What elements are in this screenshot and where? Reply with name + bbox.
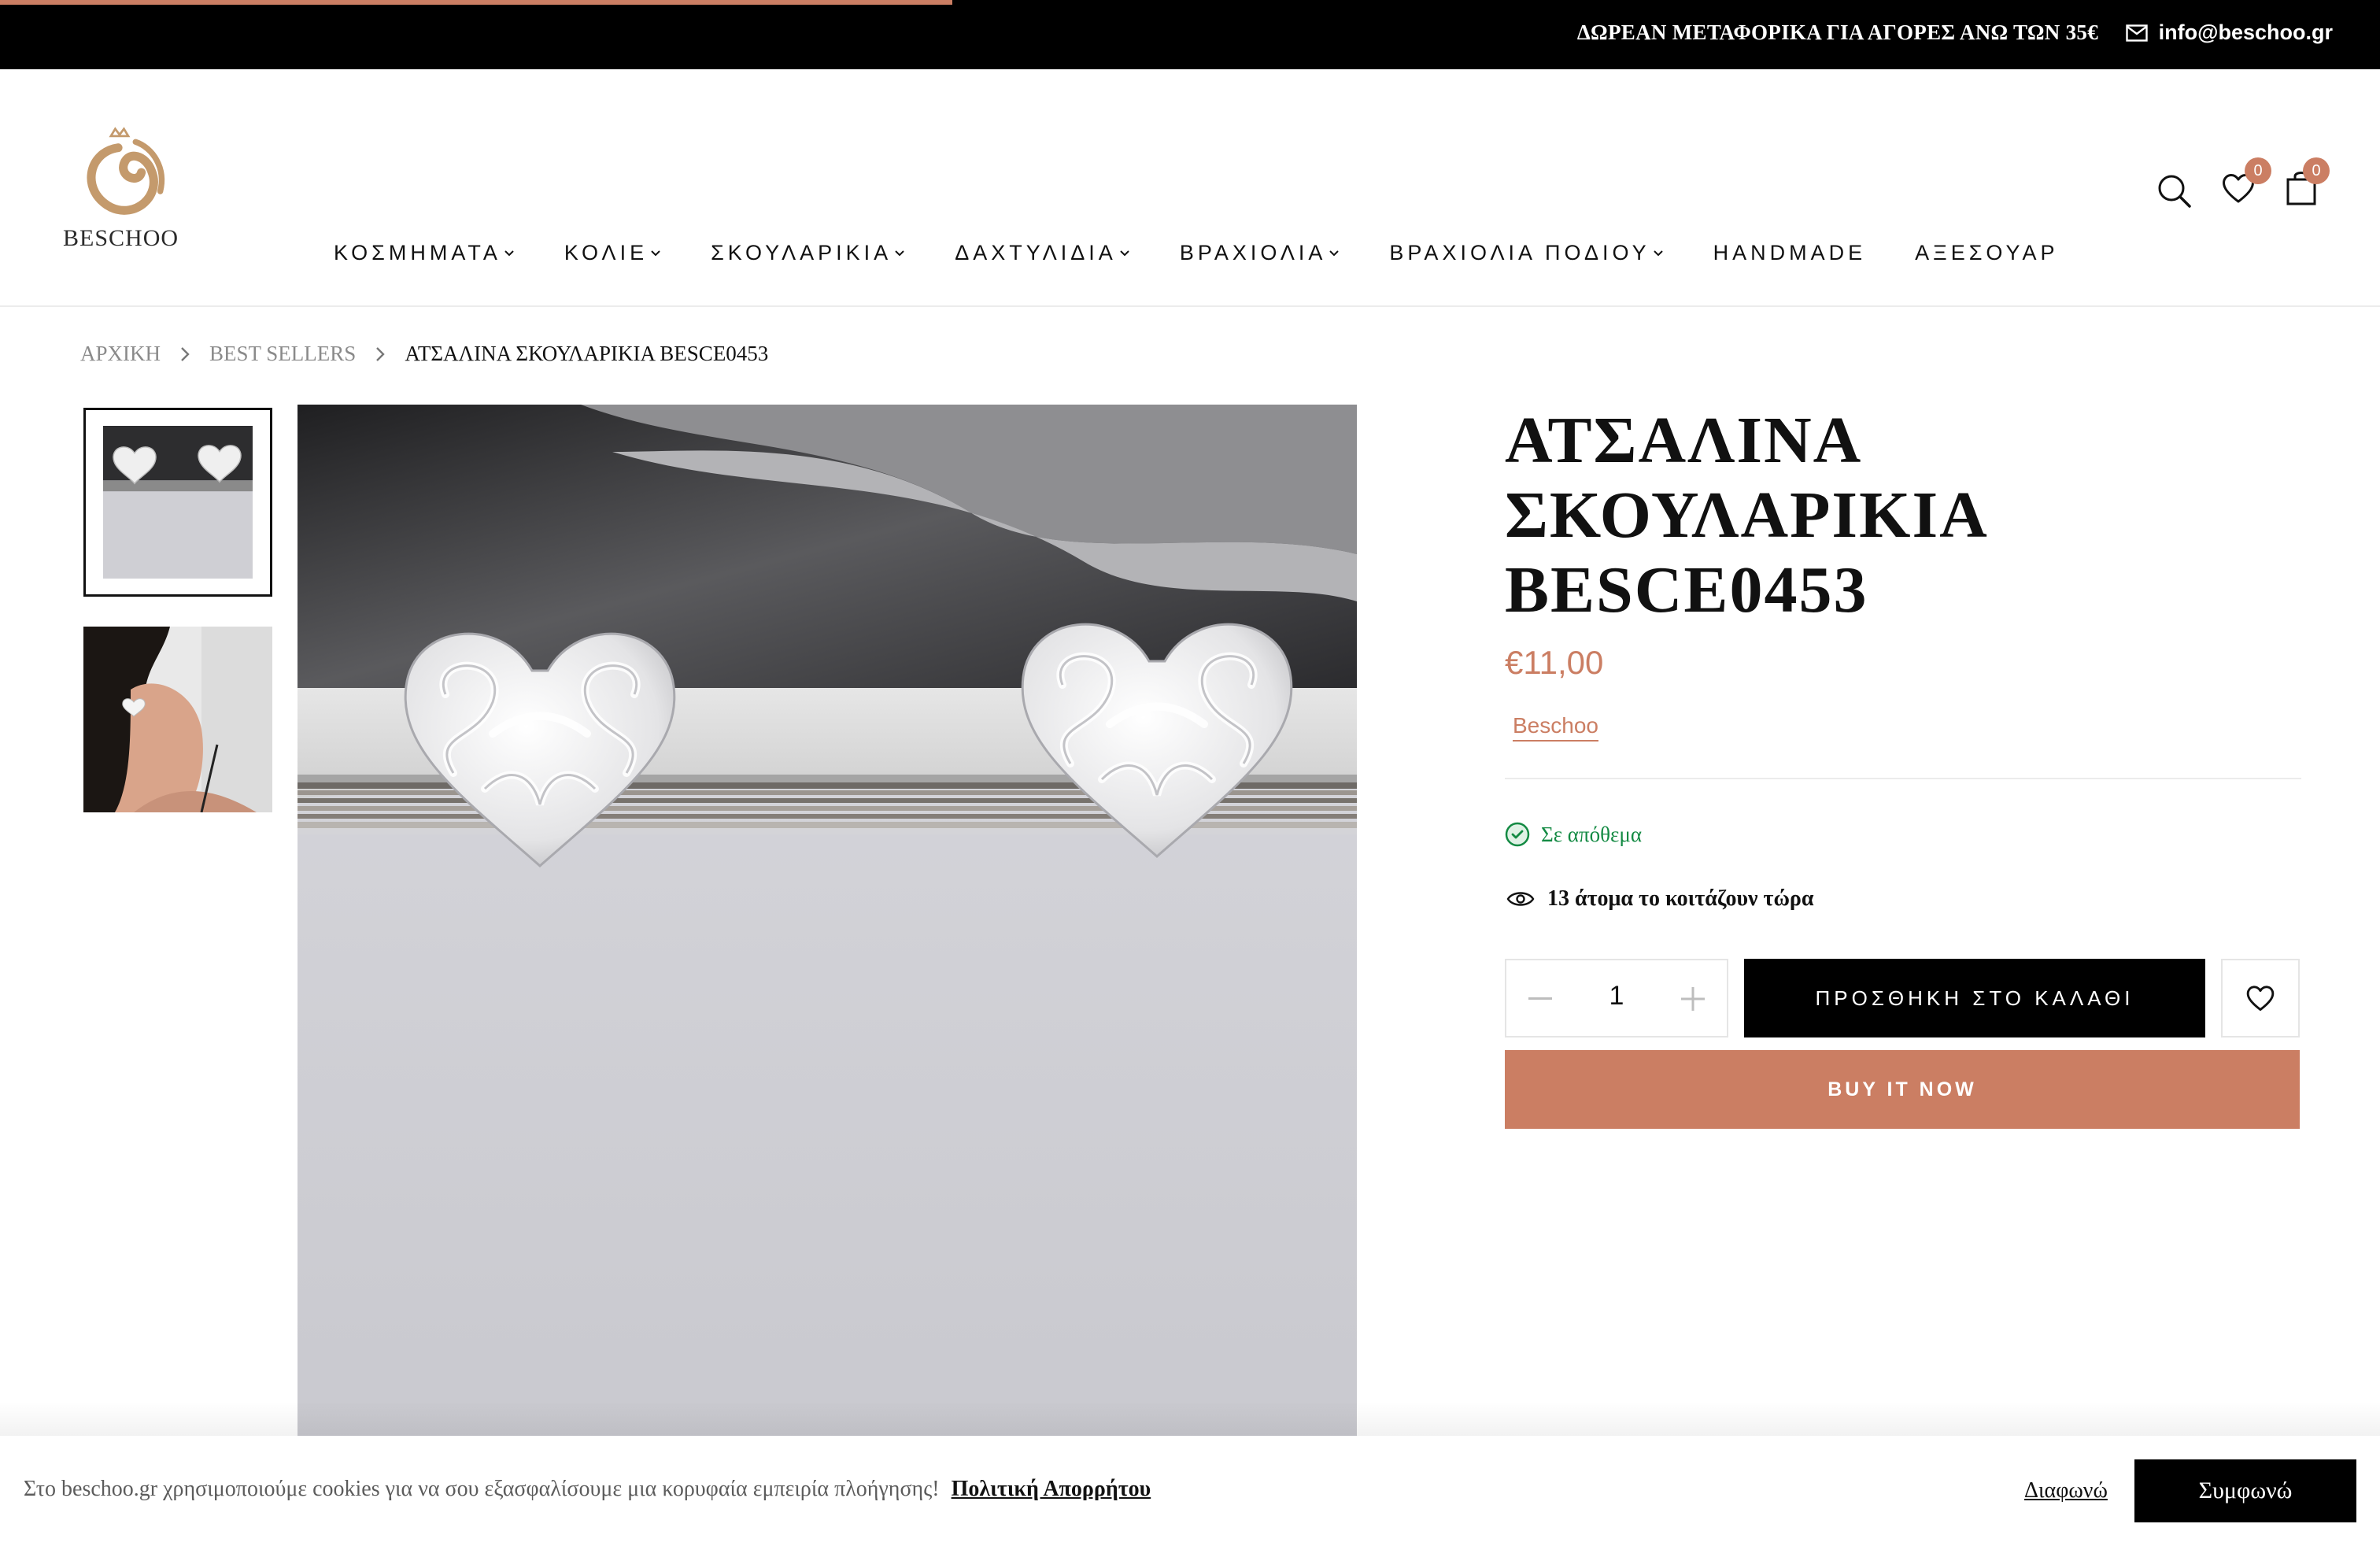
product-vendor-link[interactable]: Beschoo [1513,713,1598,742]
nav-item-vraxiolia-podiou[interactable]: ΒΡΑΧΙΟΛΙΑ ΠΟΔΙΟΥ [1389,241,1664,265]
product-title-line: ΣΚΟΥΛΑΡΙΚΙΑ [1505,479,1989,552]
quantity-increase-button[interactable] [1673,979,1713,1019]
nav-label: ΣΚΟΥΛΑΡΙΚΙΑ [711,241,893,264]
product-title: ΑΤΣΑΛΙΝΑ ΣΚΟΥΛΑΡΙΚΙΑ BESCE0453 [1505,403,2103,627]
cookie-message: Στο beschoo.gr χρησιμοποιούμε cookies γι… [24,1477,1151,1502]
chevron-down-icon [1120,250,1129,256]
chevron-down-icon [1329,250,1340,256]
chevron-right-icon [376,346,386,361]
search-icon [2158,175,2191,208]
nav-label: ΒΡΑΧΙΟΛΙΑ [1179,241,1327,264]
cart-count-badge: 0 [2303,157,2330,184]
cookie-decline-button[interactable]: Διαφωνώ [2024,1478,2108,1503]
cookie-bar-shadow [0,1401,2380,1436]
mail-icon [2125,24,2148,42]
breadcrumb-current: ΑΤΣΑΛΙΝΑ ΣΚΟΥΛΑΡΙΚΙΑ BESCE0453 [405,342,769,365]
breadcrumb-category[interactable]: BEST SELLERS [209,342,356,366]
chevron-down-icon [504,250,514,256]
free-shipping-promo: ΔΩΡΕΑΝ ΜΕΤΑΦΟΡΙΚΑ ΓΙΑ ΑΓΟΡΕΣ ΑΝΩ ΤΩΝ 35€ [1576,20,2098,44]
product-photo [298,405,1357,1436]
announcement-bar: ΔΩΡΕΑΝ ΜΕΤΑΦΟΡΙΚΑ ΓΙΑ ΑΓΟΡΕΣ ΑΝΩ ΤΩΝ 35€… [0,0,2380,69]
product-sku-line: BESCE0453 [1505,553,1868,627]
section-divider [1505,778,2301,779]
heart-icon [2246,986,2275,1012]
chevron-down-icon [651,250,660,256]
nav-label: ΚΟΣΜΗΜΑΤΑ [334,241,501,264]
gallery-thumbnail-1[interactable] [83,408,272,597]
brand-wordmark: BESCHOO [63,225,179,251]
nav-label: ΑΞΕΣΟΥΑΡ [1915,241,2059,264]
product-main-image[interactable] [298,405,1357,1436]
page-load-progress [0,0,952,5]
quantity-decrease-button[interactable] [1521,979,1560,1019]
cookie-consent-bar: Στο beschoo.gr χρησιμοποιούμε cookies γι… [0,1436,2380,1546]
nav-item-kosmimata[interactable]: ΚΟΣΜΗΜΑΤΑ [334,241,516,265]
contact-email: info@beschoo.gr [2158,20,2333,44]
main-navigation: ΚΟΣΜΗΜΑΤΑ ΚΟΛΙΕ ΣΚΟΥΛΑΡΙΚΙΑ ΔΑΧΤΥΛΙΔΙΑ Β… [334,241,2059,265]
nav-item-vraxiolia[interactable]: ΒΡΑΧΙΟΛΙΑ [1180,241,1341,265]
breadcrumb: ΑΡΧΙΚΗ BEST SELLERS ΑΤΣΑΛΙΝΑ ΣΚΟΥΛΑΡΙΚΙΑ… [80,342,768,366]
nav-item-aksesouar[interactable]: ΑΞΕΣΟΥΑΡ [1915,241,2058,265]
contact-email-link[interactable]: info@beschoo.gr [2125,20,2333,45]
cookie-accept-button[interactable]: Συμφωνώ [2134,1459,2356,1522]
privacy-policy-link[interactable]: Πολιτική Απορρήτου [952,1477,1151,1501]
add-to-cart-button[interactable]: ΠΡΟΣΘΗΚΗ ΣΤΟ ΚΑΛΑΘΙ [1744,959,2205,1037]
logo-mark-icon [87,127,165,215]
check-circle-icon [1505,822,1530,847]
nav-label: ΔΑΧΤΥΛΙΔΙΑ [955,241,1117,264]
eye-icon [1506,892,1535,906]
buy-it-now-button[interactable]: BUY IT NOW [1505,1050,2300,1129]
product-thumbnail-image [103,426,253,579]
quantity-input[interactable]: 1 [1577,981,1656,1012]
live-viewers: 13 άτομα το κοιτάζουν τώρα [1506,886,1814,912]
wishlist-count-badge: 0 [2245,157,2271,184]
nav-item-kolie[interactable]: ΚΟΛΙΕ [564,241,662,265]
stock-status-text: Σε απόθεμα [1541,822,1642,846]
chevron-down-icon [895,250,904,256]
nav-item-daxtylidia[interactable]: ΔΑΧΤΥΛΙΔΙΑ [955,241,1131,265]
product-title-line: ΑΤΣΑΛΙΝΑ [1505,404,1863,477]
nav-item-handmade[interactable]: HANDMADE [1713,241,1867,265]
quantity-stepper: 1 [1505,959,1728,1037]
product-price: €11,00 [1505,644,1604,681]
plus-icon [1681,987,1705,1011]
gallery-thumbnail-2[interactable] [83,627,272,812]
add-to-wishlist-button[interactable] [2221,959,2300,1037]
stock-status: Σε απόθεμα [1505,822,1642,847]
nav-label: ΒΡΑΧΙΟΛΙΑ ΠΟΔΙΟΥ [1389,241,1650,264]
cookie-message-text: Στο beschoo.gr χρησιμοποιούμε cookies γι… [24,1477,940,1501]
breadcrumb-home[interactable]: ΑΡΧΙΚΗ [80,342,161,366]
nav-label: ΚΟΛΙΕ [564,241,649,264]
product-model-image [83,627,272,812]
search-button[interactable] [2156,173,2193,209]
live-viewers-text: 13 άτομα το κοιτάζουν τώρα [1547,886,1814,911]
chevron-down-icon [1653,250,1663,256]
nav-item-skoularikia[interactable]: ΣΚΟΥΛΑΡΙΚΙΑ [711,241,906,265]
chevron-right-icon [181,346,190,361]
nav-label: HANDMADE [1713,241,1867,264]
minus-icon [1528,997,1552,1000]
site-header: BESCHOO ΚΟΣΜΗΜΑΤΑ ΚΟΛΙΕ ΣΚΟΥΛΑΡΙΚΙΑ ΔΑΧΤ… [0,69,2380,307]
